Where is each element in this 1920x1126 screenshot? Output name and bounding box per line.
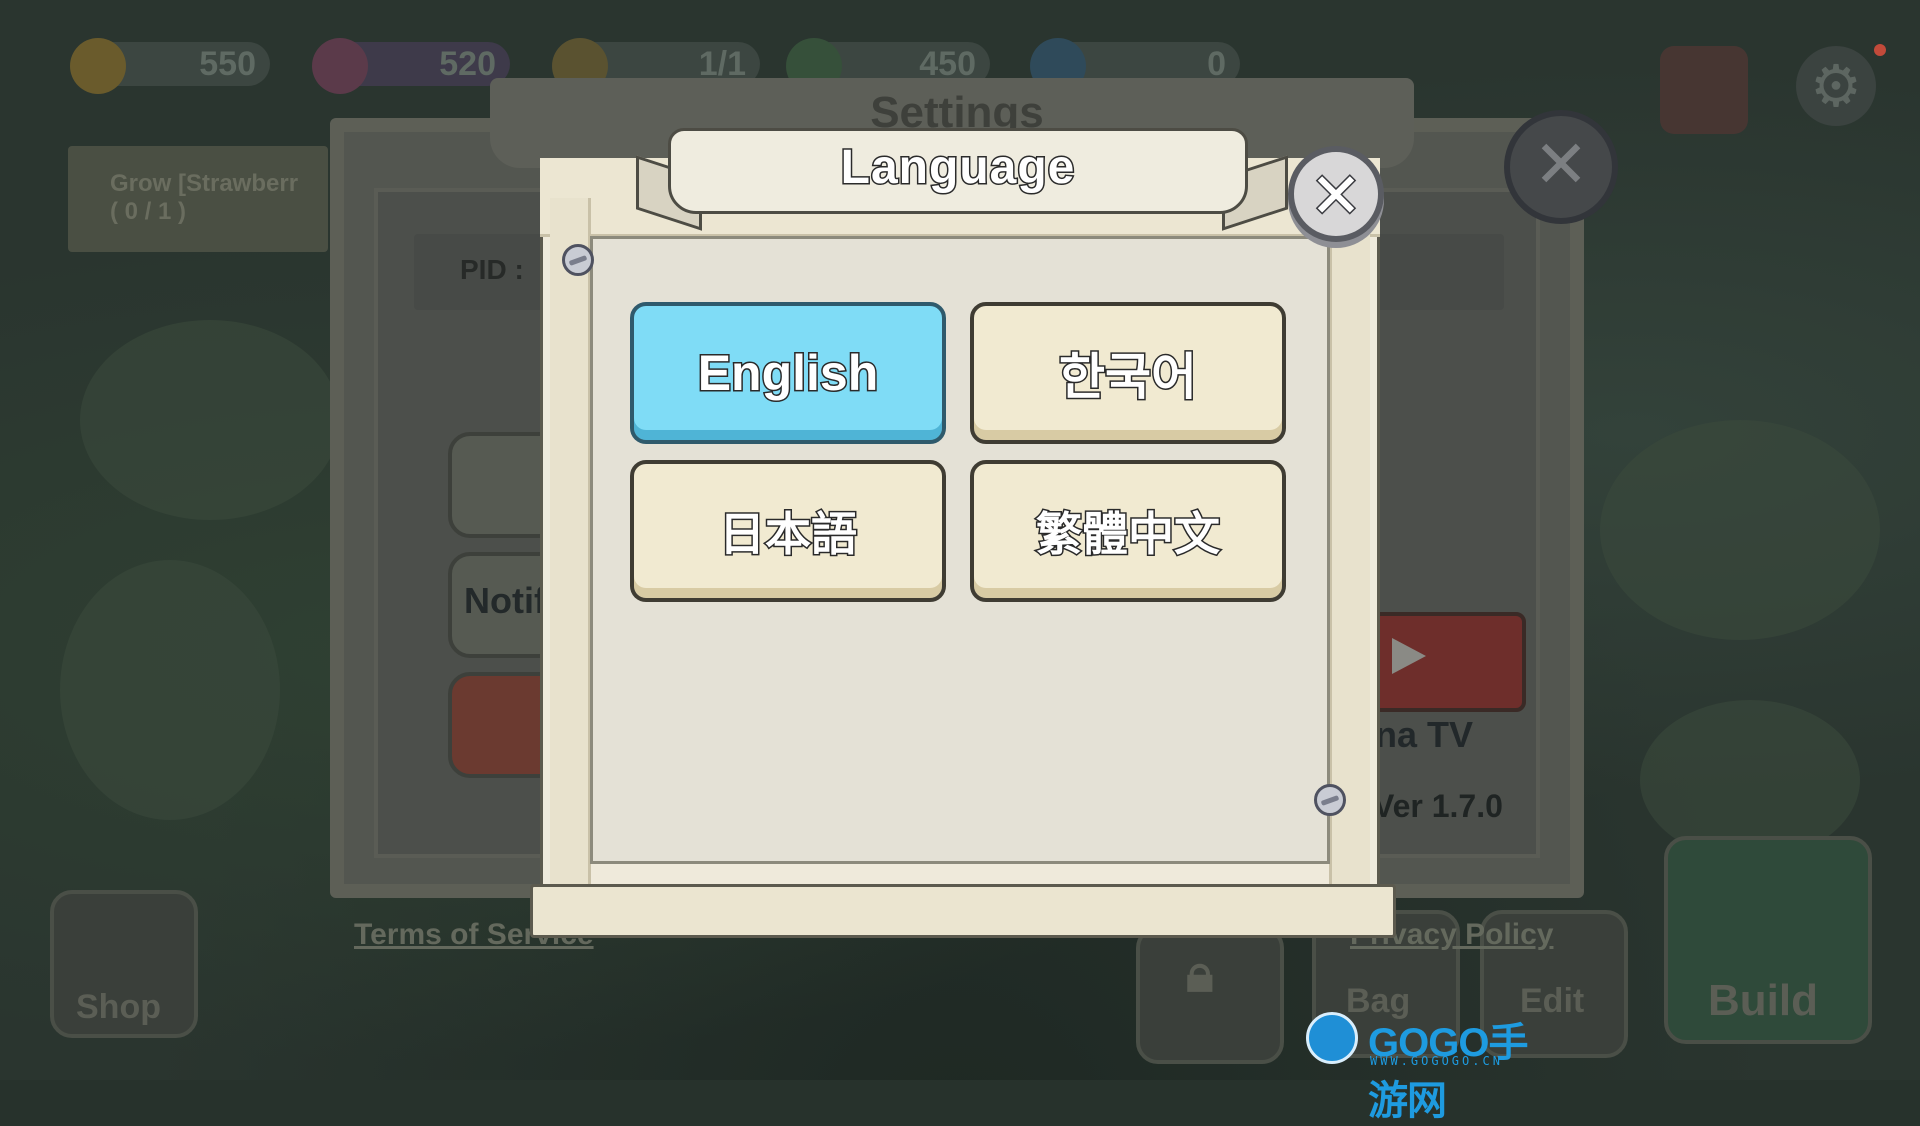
- language-option-english[interactable]: English: [630, 302, 946, 444]
- language-option-korean[interactable]: 한국어: [970, 302, 1286, 444]
- settings-close-button[interactable]: ✕: [1504, 110, 1618, 224]
- shop-label: Shop: [76, 988, 161, 1026]
- gem-icon: [312, 38, 368, 94]
- language-option-japanese[interactable]: 日本語: [630, 460, 946, 602]
- notification-dot: [1874, 44, 1886, 56]
- gear-icon[interactable]: ⚙: [1796, 46, 1876, 126]
- tv-label: na TV: [1375, 714, 1474, 755]
- watermark-brand: GOGO手游网: [1368, 1021, 1528, 1123]
- close-icon: ✕: [1309, 158, 1364, 234]
- screw-icon: [562, 244, 594, 276]
- language-option-traditional-chinese[interactable]: 繁體中文: [970, 460, 1286, 602]
- quest-panel[interactable]: Grow [Strawberr ( 0 / 1 ): [68, 146, 328, 252]
- pirate-event-icon[interactable]: [1660, 46, 1748, 134]
- coin-value: 550: [199, 44, 256, 83]
- tv-screen[interactable]: [1362, 612, 1526, 712]
- watermark-logo: GOGO手游网 WWW.GOGOGO.CN: [1306, 1010, 1556, 1123]
- close-icon: ✕: [1533, 126, 1589, 203]
- gem-value: 520: [439, 44, 496, 83]
- language-dialog: Language English 한국어 日本語 繁體中文 ✕: [530, 128, 1396, 938]
- screw-icon: [1314, 784, 1346, 816]
- language-close-button[interactable]: ✕: [1288, 146, 1384, 242]
- build-label: Build: [1708, 976, 1818, 1025]
- language-frame-bottom: [530, 884, 1396, 938]
- quest-progress: ( 0 / 1 ): [110, 198, 187, 225]
- play-icon: [1392, 638, 1426, 674]
- quest-text: Grow [Strawberr: [110, 170, 299, 197]
- language-title: Language: [839, 140, 1076, 196]
- coin-icon: [70, 38, 126, 94]
- watermark-url: WWW.GOGOGO.CN: [1370, 1054, 1503, 1068]
- notifications-label: Notif: [464, 580, 546, 621]
- watermark-g-icon: [1306, 1012, 1358, 1064]
- pid-label: PID :: [460, 254, 524, 285]
- lock-icon: 🔒︎: [1186, 945, 1214, 1003]
- bush-decoration: [1600, 420, 1880, 640]
- language-frame-left: [550, 198, 591, 888]
- bush-decoration: [80, 320, 340, 520]
- tree-decoration: [60, 560, 280, 820]
- version-label: Ver 1.7.0: [1373, 788, 1503, 824]
